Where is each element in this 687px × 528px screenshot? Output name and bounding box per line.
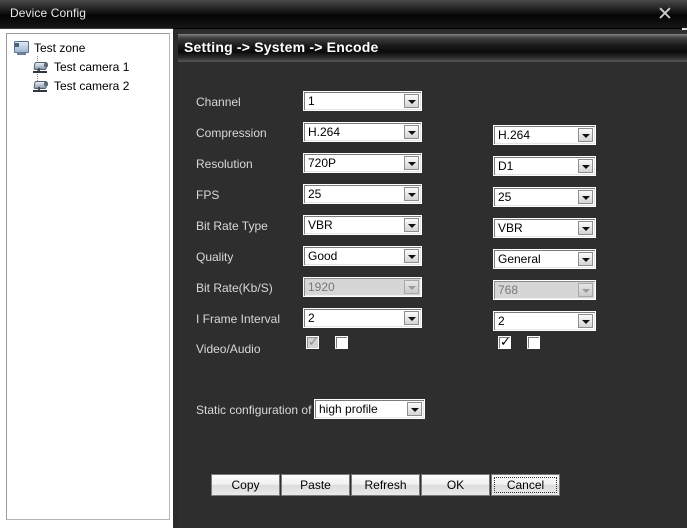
cancel-button[interactable]: Cancel <box>491 474 560 496</box>
select-value: 25 <box>308 187 322 201</box>
select-quality-main[interactable]: Good <box>303 246 422 266</box>
select-value: H.264 <box>308 125 341 139</box>
select-value: Good <box>308 249 338 263</box>
select-compression-main[interactable]: H.264 <box>303 122 422 142</box>
button-label: Refresh <box>364 478 407 492</box>
device-config-window: Device Config ✕ Test zone Test camera 1 <box>0 0 687 528</box>
select-value: high profile <box>319 402 378 416</box>
chevron-down-icon[interactable] <box>404 94 419 108</box>
chevron-down-icon[interactable] <box>578 128 593 142</box>
device-tree[interactable]: Test zone Test camera 1 Test camera 2 <box>6 33 170 520</box>
window-titlebar: Device Config ✕ <box>0 0 687 29</box>
select-value: 768 <box>498 283 519 297</box>
select-value: H.264 <box>498 128 531 142</box>
select-channel[interactable]: 1 <box>303 91 422 111</box>
check-mark-icon: ✓ <box>500 334 511 349</box>
select-value: 1920 <box>308 280 335 294</box>
select-value: General <box>498 252 541 266</box>
chevron-down-icon[interactable] <box>404 218 419 232</box>
label-static-configuration: Static configuration of <box>196 403 312 417</box>
select-value: 720P <box>308 156 337 170</box>
select-value: 2 <box>498 314 505 328</box>
select-value: 25 <box>498 190 512 204</box>
select-static-configuration[interactable]: high profile <box>314 399 425 419</box>
tree-item-label: Test camera 1 <box>54 60 130 74</box>
chevron-down-icon[interactable] <box>578 314 593 328</box>
label-i-frame-interval: I Frame Interval <box>196 312 281 326</box>
breadcrumb: Setting -> System -> Encode <box>184 39 379 55</box>
select-fps-sub[interactable]: 25 <box>493 187 596 207</box>
button-label: Copy <box>231 478 260 492</box>
chevron-down-icon[interactable] <box>578 221 593 235</box>
select-compression-sub[interactable]: H.264 <box>493 125 596 145</box>
select-i-frame-interval-main[interactable]: 2 <box>303 308 422 328</box>
select-value: D1 <box>498 159 514 173</box>
select-value: VBR <box>308 218 333 232</box>
button-label: OK <box>446 478 465 492</box>
select-value: 1 <box>308 94 315 108</box>
chevron-down-icon[interactable] <box>404 156 419 170</box>
encode-settings-panel: Setting -> System -> Encode Channel Comp… <box>178 30 687 528</box>
chevron-down-icon <box>578 283 593 297</box>
tree-item-test-camera-1[interactable]: Test camera 1 <box>31 58 129 76</box>
label-video-audio: Video/Audio <box>196 342 261 356</box>
chevron-down-icon <box>404 280 419 294</box>
chevron-down-icon[interactable] <box>407 402 422 416</box>
chevron-down-icon[interactable] <box>404 311 419 325</box>
section-header: Setting -> System -> Encode <box>178 34 687 62</box>
select-quality-sub[interactable]: General <box>493 249 596 269</box>
select-value: 2 <box>308 311 315 325</box>
label-bit-rate: Bit Rate(Kb/S) <box>196 281 273 295</box>
chevron-down-icon[interactable] <box>578 190 593 204</box>
select-fps-main[interactable]: 25 <box>303 184 422 204</box>
camera-icon <box>31 60 50 75</box>
check-mark-icon: ✓ <box>308 334 319 349</box>
button-label: Cancel <box>506 478 545 492</box>
chevron-down-icon[interactable] <box>404 249 419 263</box>
tree-item-label: Test zone <box>34 41 86 55</box>
chevron-down-icon[interactable] <box>404 187 419 201</box>
close-icon[interactable]: ✕ <box>652 3 678 26</box>
select-resolution-sub[interactable]: D1 <box>493 156 596 176</box>
tree-item-test-zone[interactable]: Test zone <box>13 39 85 57</box>
label-channel: Channel <box>196 95 241 109</box>
camera-icon <box>31 79 50 94</box>
checkbox-audio-sub[interactable] <box>527 336 540 349</box>
label-bit-rate-type: Bit Rate Type <box>196 219 268 233</box>
select-i-frame-interval-sub[interactable]: 2 <box>493 311 596 331</box>
window-title: Device Config <box>10 6 87 20</box>
tree-item-test-camera-2[interactable]: Test camera 2 <box>31 77 129 95</box>
chevron-down-icon[interactable] <box>578 252 593 266</box>
tree-item-label: Test camera 2 <box>54 79 130 93</box>
label-quality: Quality <box>196 250 234 264</box>
chevron-down-icon[interactable] <box>404 125 419 139</box>
checkbox-video-sub[interactable]: ✓ <box>498 334 511 349</box>
checkbox-audio-main[interactable] <box>335 336 348 349</box>
select-bit-rate-type-main[interactable]: VBR <box>303 215 422 235</box>
ok-button[interactable]: OK <box>421 474 490 496</box>
select-resolution-main[interactable]: 720P <box>303 153 422 173</box>
paste-button[interactable]: Paste <box>281 474 350 496</box>
select-value: VBR <box>498 221 523 235</box>
button-label: Paste <box>300 478 331 492</box>
copy-button[interactable]: Copy <box>211 474 280 496</box>
label-fps: FPS <box>196 188 220 202</box>
select-bit-rate-main: 1920 <box>303 277 422 297</box>
select-bit-rate-type-sub[interactable]: VBR <box>493 218 596 238</box>
refresh-button[interactable]: Refresh <box>351 474 420 496</box>
chevron-down-icon[interactable] <box>578 159 593 173</box>
zone-icon <box>13 40 30 56</box>
device-tree-panel: Test zone Test camera 1 Test camera 2 <box>0 28 173 528</box>
label-resolution: Resolution <box>196 157 253 171</box>
label-compression: Compression <box>196 126 267 140</box>
select-bit-rate-sub: 768 <box>493 280 596 300</box>
checkbox-video-main[interactable]: ✓ <box>306 334 319 349</box>
